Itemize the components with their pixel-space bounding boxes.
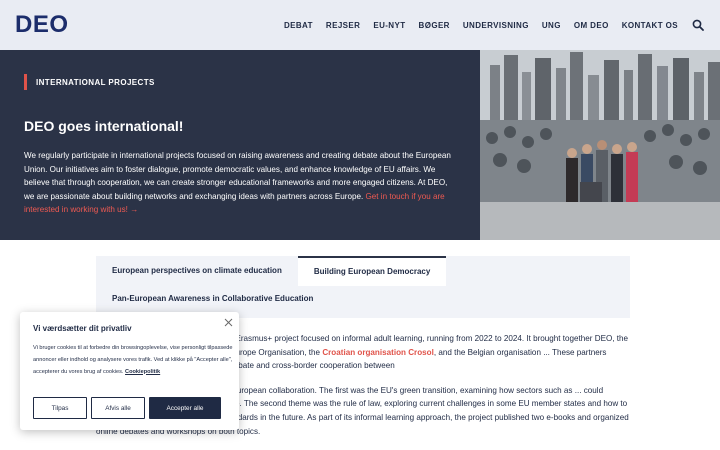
nav-rejser[interactable]: REJSER bbox=[326, 21, 360, 30]
logo[interactable]: DEO bbox=[15, 11, 69, 39]
tab-pan-european-awareness[interactable]: Pan-European Awareness in Collaborative … bbox=[112, 294, 313, 303]
hero-content: INTERNATIONAL PROJECTS DEO goes internat… bbox=[0, 50, 480, 240]
hero-title: DEO goes international! bbox=[24, 118, 184, 134]
nav-undervisning[interactable]: UNDERVISNING bbox=[463, 21, 529, 30]
mural-photo-illustration bbox=[480, 50, 720, 240]
cookie-consent-dialog: Vi værdsætter dit privatliv Vi bruger co… bbox=[20, 312, 239, 430]
nav-ung[interactable]: UNG bbox=[542, 21, 561, 30]
accept-all-button[interactable]: Accepter alle bbox=[149, 397, 221, 419]
cookie-policy-link[interactable]: Cookiepolitik bbox=[125, 369, 160, 375]
cookie-title: Vi værdsætter dit privatliv bbox=[33, 324, 132, 333]
tab-building-european-democracy[interactable]: Building European Democracy bbox=[297, 256, 447, 286]
cookie-text: Vi bruger cookies til at forbedre din br… bbox=[33, 343, 233, 378]
nav-eu-nyt[interactable]: EU-NYT bbox=[373, 21, 405, 30]
close-icon[interactable] bbox=[224, 318, 233, 327]
project-tabs: European perspectives on climate educati… bbox=[96, 256, 630, 318]
eyebrow-label: INTERNATIONAL PROJECTS bbox=[36, 77, 155, 87]
customize-button[interactable]: Tilpas bbox=[33, 397, 87, 419]
tab-row: European perspectives on climate educati… bbox=[96, 256, 447, 286]
nav-boger[interactable]: BØGER bbox=[419, 21, 450, 30]
site-header: DEO DEBAT REJSER EU-NYT BØGER UNDERVISNI… bbox=[0, 0, 720, 50]
crosol-link[interactable]: Croatian organisation Crosol bbox=[322, 348, 434, 357]
hero-body: We regularly participate in internationa… bbox=[24, 149, 456, 217]
search-icon[interactable] bbox=[692, 19, 704, 31]
nav-om-deo[interactable]: OM DEO bbox=[574, 21, 609, 30]
reject-all-button[interactable]: Afvis alle bbox=[91, 397, 145, 419]
main-nav: DEBAT REJSER EU-NYT BØGER UNDERVISNING U… bbox=[284, 0, 678, 50]
eyebrow-accent-bar bbox=[24, 74, 27, 90]
group-photo bbox=[480, 50, 720, 240]
cookie-buttons: Tilpas Afvis alle Accepter alle bbox=[33, 397, 221, 419]
nav-kontakt-os[interactable]: KONTAKT OS bbox=[622, 21, 678, 30]
nav-debat[interactable]: DEBAT bbox=[284, 21, 313, 30]
eyebrow: INTERNATIONAL PROJECTS bbox=[24, 74, 155, 90]
hero-section: INTERNATIONAL PROJECTS DEO goes internat… bbox=[0, 50, 720, 240]
tab-climate-education[interactable]: European perspectives on climate educati… bbox=[96, 256, 298, 286]
